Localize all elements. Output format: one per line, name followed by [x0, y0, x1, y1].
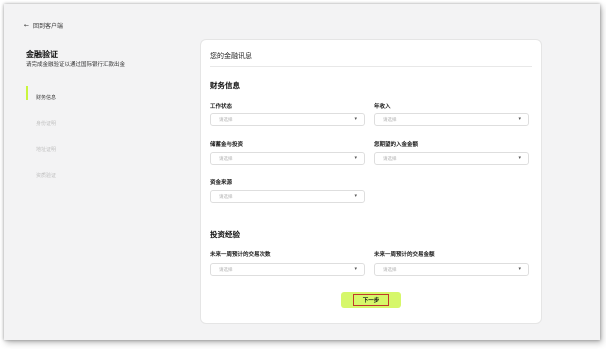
- step-label: 财务信息: [36, 94, 57, 101]
- page-title: 金融验证: [26, 50, 58, 59]
- step-identity-proof[interactable]: 身份证明: [26, 110, 56, 136]
- savings-select[interactable]: 请选择 ▾: [210, 152, 365, 165]
- chevron-down-icon: ▾: [354, 193, 357, 199]
- deposit-select[interactable]: 请选择 ▾: [374, 152, 529, 165]
- step-list: 财务信息 身份证明 地址证明 资质验证: [26, 84, 56, 188]
- savings-placeholder: 请选择: [219, 157, 233, 162]
- chevron-down-icon: ▾: [354, 116, 357, 122]
- trade-amount-placeholder: 请选择: [383, 268, 397, 273]
- income-select[interactable]: 请选择 ▾: [374, 113, 529, 126]
- fund-source-placeholder: 请选择: [219, 195, 233, 200]
- section-investment-experience: 投资经验: [210, 230, 240, 239]
- step-financial-info[interactable]: 财务信息: [26, 84, 56, 110]
- employment-label: 工作状态: [210, 104, 233, 110]
- form-card: 您的金融讯息 财务信息 工作状态 请选择 ▾ 年收入 请选择 ▾ 储蓄金与投资 …: [200, 39, 542, 324]
- fund-source-label: 资金来源: [210, 180, 233, 186]
- back-label: 回到客户端: [33, 23, 64, 30]
- trade-count-label: 未来一周预计的交易次数: [210, 252, 271, 258]
- employment-select[interactable]: 请选择 ▾: [210, 113, 365, 126]
- trade-amount-select[interactable]: 请选择 ▾: [374, 263, 529, 276]
- section-financial-info: 财务信息: [210, 81, 240, 90]
- back-link[interactable]: ← 回到客户端: [24, 21, 63, 30]
- app-window: ← 回到客户端 金融验证 请完成金融验证以通过国际银行汇款出金 财务信息 身份证…: [4, 4, 600, 340]
- trade-count-placeholder: 请选择: [219, 268, 233, 273]
- page-subtitle: 请完成金融验证以通过国际银行汇款出金: [26, 62, 126, 68]
- income-placeholder: 请选择: [383, 118, 397, 123]
- step-qualification[interactable]: 资质验证: [26, 162, 56, 188]
- arrow-left-icon: ←: [24, 22, 30, 29]
- chevron-down-icon: ▾: [354, 266, 357, 272]
- income-label: 年收入: [374, 104, 391, 110]
- trade-amount-label: 未来一周预计的交易金额: [374, 252, 435, 258]
- chevron-down-icon: ▾: [518, 266, 521, 272]
- next-button-highlight: 下一步: [341, 292, 401, 308]
- chevron-down-icon: ▾: [518, 116, 521, 122]
- chevron-down-icon: ▾: [518, 155, 521, 161]
- step-label: 资质验证: [36, 172, 57, 179]
- card-title: 您的金融讯息: [210, 52, 252, 60]
- deposit-placeholder: 请选择: [383, 157, 397, 162]
- step-label: 身份证明: [36, 120, 57, 127]
- step-address-proof[interactable]: 地址证明: [26, 136, 56, 162]
- divider: [210, 66, 532, 67]
- step-label: 地址证明: [36, 146, 57, 153]
- fund-source-select[interactable]: 请选择 ▾: [210, 190, 365, 203]
- savings-label: 储蓄金与投资: [210, 142, 244, 148]
- chevron-down-icon: ▾: [354, 155, 357, 161]
- trade-count-select[interactable]: 请选择 ▾: [210, 263, 365, 276]
- employment-placeholder: 请选择: [219, 118, 233, 123]
- next-button[interactable]: 下一步: [353, 294, 389, 306]
- deposit-label: 您期望的入金金额: [374, 142, 419, 148]
